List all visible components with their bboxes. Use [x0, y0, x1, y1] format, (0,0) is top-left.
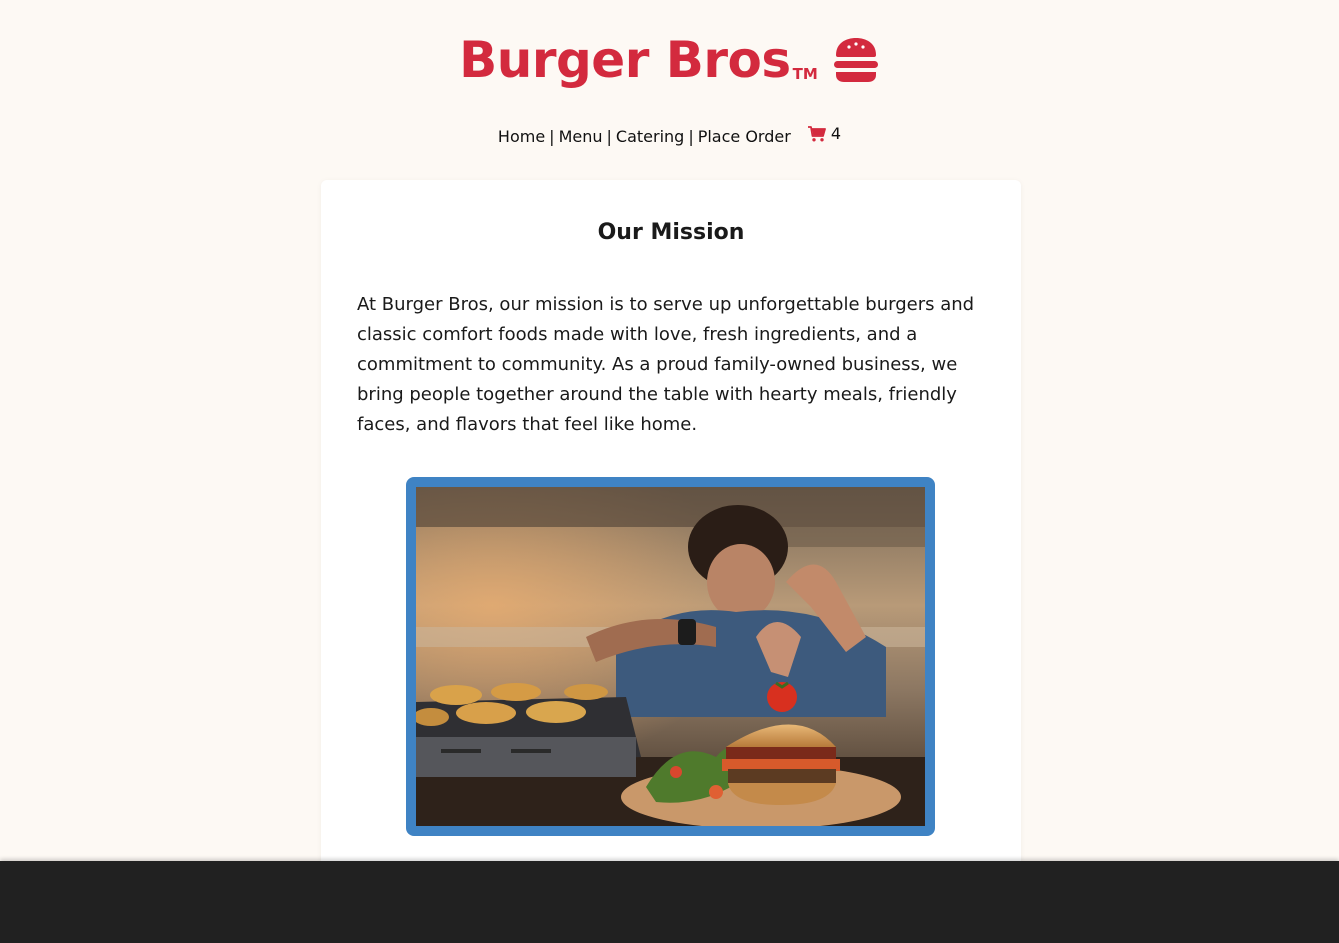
mission-text: At Burger Bros, our mission is to serve …	[357, 294, 975, 435]
brand-title[interactable]: Burger Bros	[459, 30, 791, 90]
nav-place-order[interactable]: Place Order	[698, 127, 791, 146]
page: Burger Bros TM Home | Menu | Catering | Place …	[0, 0, 1339, 943]
nav-catering[interactable]: Catering	[616, 127, 684, 146]
trademark-mark: TM	[792, 65, 818, 83]
nav-separator: |	[688, 127, 694, 146]
mission-card: Our Mission At Burger Bros, our mission …	[321, 180, 1021, 880]
nav-home[interactable]: Home	[498, 127, 545, 146]
photo-frame	[406, 477, 935, 836]
cart-icon	[807, 126, 826, 142]
chef-burger-photo	[416, 487, 925, 826]
footer-bar	[0, 861, 1339, 943]
nav-separator: |	[606, 127, 612, 146]
nav-separator: |	[549, 127, 555, 146]
cart-count: 4	[830, 124, 842, 143]
mission-heading: Our Mission	[597, 220, 745, 245]
main-nav: Home | Menu | Catering | Place Order 4	[0, 123, 1339, 148]
nav-menu[interactable]: Menu	[559, 127, 603, 146]
brand-header: Burger Bros TM	[0, 30, 1339, 90]
burger-icon	[833, 38, 878, 82]
cart-link[interactable]: 4	[807, 123, 842, 145]
